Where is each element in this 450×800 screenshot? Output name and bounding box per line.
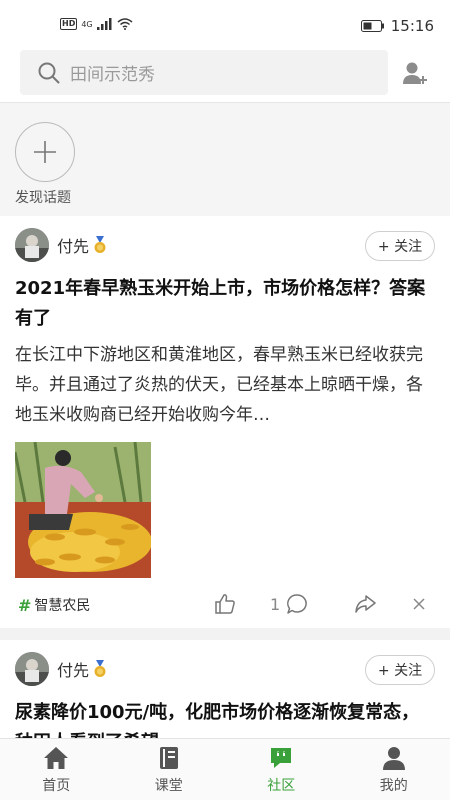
hashtag-icon: # — [18, 595, 32, 615]
search-input[interactable]: 田间示范秀 — [20, 50, 388, 95]
comment-icon — [287, 594, 308, 614]
network-label: 4G — [81, 19, 93, 29]
search-icon — [38, 62, 60, 83]
status-bar: HD 4G 15:16 — [0, 0, 450, 44]
avatar-image — [15, 228, 49, 262]
topic-strip: 发现话题 — [0, 102, 450, 216]
plus-icon — [34, 141, 56, 163]
avatar-image — [15, 652, 49, 686]
author-name: 付先 — [57, 237, 90, 256]
close-icon — [413, 598, 425, 610]
community-icon — [271, 748, 292, 768]
medal-icon — [94, 236, 106, 253]
tab-label: 首页 — [42, 778, 71, 794]
thumbs-up-icon — [215, 594, 235, 614]
post-image[interactable] — [15, 442, 151, 578]
topic-tag[interactable]: # 智慧农民 — [18, 595, 90, 615]
search-placeholder: 田间示范秀 — [70, 65, 155, 85]
tab-classroom[interactable]: 课堂 — [113, 739, 226, 800]
add-friend-icon[interactable] — [402, 60, 428, 86]
post-author[interactable]: 付先 — [15, 228, 108, 262]
tab-home[interactable]: 首页 — [0, 739, 113, 800]
avatar[interactable] — [15, 228, 49, 262]
profile-icon — [382, 747, 405, 770]
post-title[interactable]: 2021年春早熟玉米开始上市，市场价格怎样？答案有了 — [15, 274, 435, 334]
bottom-tab-bar: 首页 课堂 社区 我的 — [0, 738, 450, 800]
follow-button[interactable]: + 关注 — [365, 231, 435, 261]
tab-profile[interactable]: 我的 — [338, 739, 450, 800]
like-button[interactable] — [214, 592, 236, 616]
wifi-icon — [117, 18, 133, 30]
share-button[interactable] — [354, 592, 376, 616]
tab-label: 课堂 — [154, 778, 183, 794]
discover-topics-button[interactable] — [15, 122, 75, 182]
tab-label: 社区 — [267, 778, 296, 794]
topic-tag-label: 智慧农民 — [34, 598, 91, 614]
post-card[interactable]: 付先 + 关注 尿素降价100元/吨，化肥市场价格逐渐恢复常态，种田人看到了希望 — [0, 640, 450, 738]
dismiss-post-button[interactable] — [412, 592, 426, 616]
post-actions: # 智慧农民 1 — [0, 588, 450, 622]
discover-topics-label: 发现话题 — [15, 190, 71, 206]
search-header: 田间示范秀 — [0, 44, 450, 102]
book-icon — [159, 747, 178, 769]
clock: 15:16 — [390, 17, 434, 35]
author-name: 付先 — [57, 661, 90, 680]
comment-button[interactable]: 1 — [270, 592, 308, 616]
signal-icon — [96, 18, 112, 30]
battery-icon — [360, 20, 384, 32]
post-title[interactable]: 尿素降价100元/吨，化肥市场价格逐渐恢复常态，种田人看到了希望 — [15, 698, 435, 738]
tab-label: 我的 — [379, 778, 408, 794]
post-card[interactable]: 付先 + 关注 2021年春早熟玉米开始上市，市场价格怎样？答案有了 在长江中下… — [0, 216, 450, 628]
medal-icon — [94, 660, 106, 677]
post-excerpt[interactable]: 在长江中下游地区和黄淮地区，春早熟玉米已经收获完毕。并且通过了炎热的伏天，已经基… — [15, 340, 437, 430]
status-indicators: HD 4G — [60, 18, 133, 30]
comment-count: 1 — [270, 594, 281, 614]
home-icon — [44, 747, 69, 769]
hd-badge: HD — [60, 18, 78, 30]
corn-harvest-image — [15, 442, 151, 578]
post-author[interactable]: 付先 — [15, 652, 108, 686]
tab-community[interactable]: 社区 — [225, 739, 338, 800]
share-icon — [355, 595, 376, 613]
avatar[interactable] — [15, 652, 49, 686]
status-right: 15:16 — [360, 17, 434, 35]
follow-button[interactable]: + 关注 — [365, 655, 435, 685]
